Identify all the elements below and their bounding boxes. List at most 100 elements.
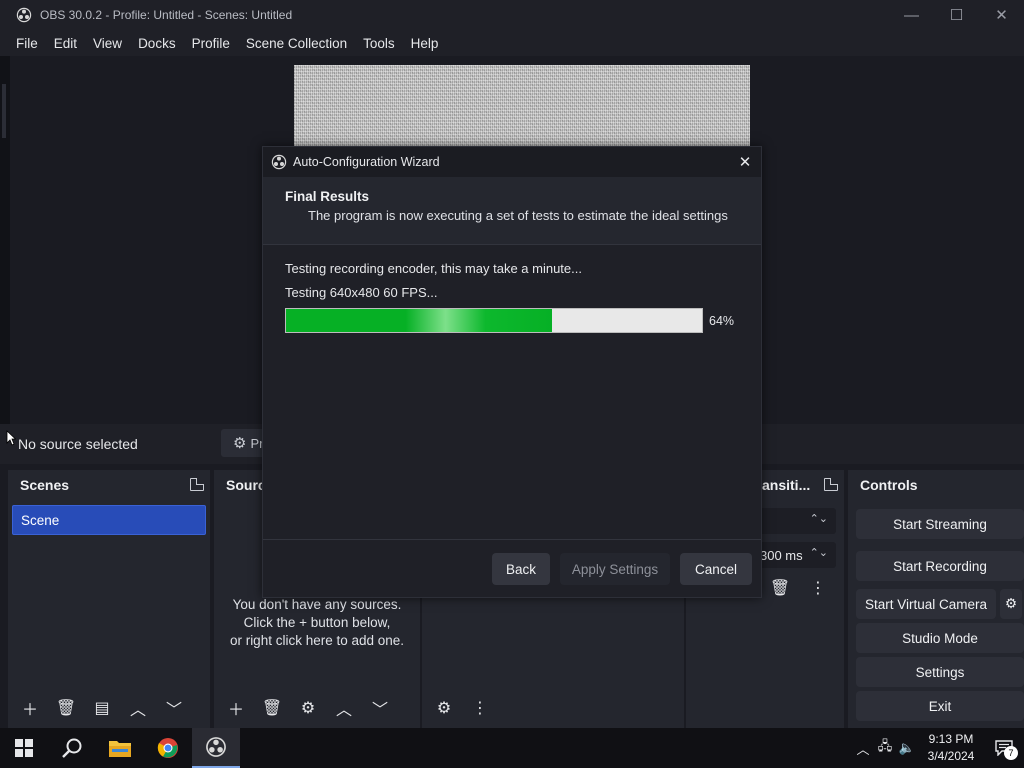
menu-edit[interactable]: Edit — [46, 36, 85, 51]
add-icon[interactable]: ＋ — [222, 694, 250, 722]
windows-taskbar: ︿ 🖧 🔈 9:13 PM 3/4/2024 7 — [0, 728, 1024, 768]
chevron-up-icon[interactable]: ︿ — [852, 728, 874, 768]
no-source-label: No source selected — [18, 436, 138, 452]
start-streaming-button[interactable]: Start Streaming — [856, 509, 1024, 539]
empty-line-1: You don't have any sources. — [232, 597, 402, 612]
exit-button[interactable]: Exit — [856, 691, 1024, 721]
window-controls: — ☐ ✕ — [889, 0, 1024, 30]
scenes-dock-header: Scenes — [8, 470, 210, 500]
scenes-dock-footer: ＋ 🗑 ▤ ︿ ﹀ — [8, 688, 210, 728]
float-dock-icon[interactable] — [824, 478, 838, 491]
apply-settings-button[interactable]: Apply Settings — [560, 553, 670, 585]
windows-logo-icon — [15, 739, 33, 757]
obs-logo-icon — [16, 7, 32, 23]
more-options-icon[interactable]: ⋮ — [466, 694, 494, 722]
notification-count-badge: 7 — [1004, 746, 1018, 760]
advanced-audio-gear-icon[interactable]: ⚙ — [430, 694, 458, 722]
move-down-icon[interactable]: ﹀ — [366, 694, 394, 722]
network-icon[interactable]: 🖧 — [874, 728, 896, 768]
dialog-separator — [263, 539, 761, 540]
studio-mode-button[interactable]: Studio Mode — [856, 623, 1024, 653]
final-results-heading: Final Results — [285, 189, 370, 204]
sources-dock-footer: ＋ 🗑 ⚙ ︿ ﹀ — [214, 688, 420, 728]
settings-button[interactable]: Settings — [856, 657, 1024, 687]
volume-muted-icon[interactable]: 🔈 — [896, 728, 918, 768]
clock-date: 3/4/2024 — [927, 749, 975, 763]
gear-icon[interactable]: ⚙ — [294, 694, 322, 722]
chrome-button[interactable] — [144, 728, 192, 768]
menu-scene-collection[interactable]: Scene Collection — [238, 36, 355, 51]
file-explorer-button[interactable] — [96, 728, 144, 768]
cancel-button[interactable]: Cancel — [680, 553, 752, 585]
close-icon[interactable]: ✕ — [735, 152, 755, 172]
back-button[interactable]: Back — [492, 553, 550, 585]
scene-list-item[interactable]: Scene — [12, 505, 206, 535]
spinner-arrows-icon: ⌃⌄ — [809, 513, 828, 525]
empty-line-3: or right click here to add one. — [229, 633, 405, 648]
minimize-button[interactable]: — — [889, 0, 934, 30]
test-progress-bar — [285, 308, 703, 333]
transition-duration-value: 300 ms — [760, 547, 803, 563]
controls-dock-header: Controls — [848, 470, 1024, 500]
trash-icon[interactable]: 🗑 — [258, 694, 286, 722]
menu-docks[interactable]: Docks — [130, 36, 184, 51]
controls-dock-title: Controls — [860, 477, 918, 493]
auto-config-wizard-dialog: Auto-Configuration Wizard ✕ Final Result… — [262, 146, 762, 598]
add-icon[interactable]: ＋ — [16, 694, 44, 722]
dialog-titlebar: Auto-Configuration Wizard — [263, 147, 761, 177]
final-results-subtitle: The program is now executing a set of te… — [308, 208, 728, 223]
obs-taskbar-button[interactable] — [192, 728, 240, 768]
start-virtual-camera-button[interactable]: Start Virtual Camera — [856, 589, 996, 619]
window-titlebar: OBS 30.0.2 - Profile: Untitled - Scenes:… — [0, 0, 1024, 30]
sources-empty-message[interactable]: You don't have any sources. Click the + … — [214, 596, 420, 650]
obs-logo-icon — [206, 737, 226, 757]
search-button[interactable] — [48, 728, 96, 768]
maximize-button[interactable]: ☐ — [934, 0, 979, 30]
progress-percent-label: 64% — [709, 314, 735, 328]
trash-icon[interactable]: 🗑 — [52, 694, 80, 722]
taskbar-clock[interactable]: 9:13 PM 3/4/2024 — [918, 731, 984, 765]
start-button[interactable] — [0, 728, 48, 768]
left-edge-panel — [0, 56, 10, 424]
stepper-arrows-icon[interactable]: ⌃⌄ — [810, 546, 828, 559]
trash-icon[interactable]: 🗑 — [766, 574, 794, 602]
window-title: OBS 30.0.2 - Profile: Untitled - Scenes:… — [40, 8, 293, 22]
preview-canvas[interactable] — [294, 65, 750, 147]
filters-icon[interactable]: ▤ — [88, 694, 116, 722]
system-tray: ︿ 🖧 🔈 9:13 PM 3/4/2024 7 — [852, 728, 1024, 768]
move-up-icon[interactable]: ︿ — [124, 694, 152, 722]
menu-tools[interactable]: Tools — [355, 36, 403, 51]
start-recording-button[interactable]: Start Recording — [856, 551, 1024, 581]
menu-profile[interactable]: Profile — [184, 36, 238, 51]
folder-icon — [109, 741, 131, 757]
dialog-title: Auto-Configuration Wizard — [293, 155, 440, 169]
more-options-icon[interactable]: ⋮ — [804, 574, 832, 602]
obs-logo-icon — [271, 154, 287, 170]
progress-fill — [286, 309, 553, 332]
scenes-dock: Scenes Scene ＋ 🗑 ▤ ︿ ﹀ — [8, 470, 210, 728]
notification-center-button[interactable]: 7 — [984, 728, 1024, 768]
empty-line-2: Click the + button below, — [243, 615, 391, 630]
menu-file[interactable]: File — [8, 36, 46, 51]
move-up-icon[interactable]: ︿ — [330, 694, 358, 722]
gear-icon: ⚙ — [233, 435, 247, 452]
controls-dock: Controls Start Streaming Start Recording… — [848, 470, 1024, 728]
close-window-button[interactable]: ✕ — [979, 0, 1024, 30]
audio-mixer-footer: ⚙ ⋮ — [422, 688, 684, 728]
sources-dock-title: Sourc — [226, 477, 266, 493]
edge-tick — [2, 84, 6, 138]
test-status-line-1: Testing recording encoder, this may take… — [285, 261, 582, 276]
dialog-header: Final Results The program is now executi… — [263, 177, 761, 245]
clock-time: 9:13 PM — [928, 732, 974, 746]
menu-view[interactable]: View — [85, 36, 130, 51]
transitions-dock-title: ansiti... — [762, 477, 811, 493]
float-dock-icon[interactable] — [190, 478, 204, 491]
chrome-icon — [157, 738, 178, 758]
transition-tools: 🗑 ⋮ — [766, 574, 832, 602]
move-down-icon[interactable]: ﹀ — [160, 694, 188, 722]
search-icon — [62, 738, 82, 758]
test-status-line-2: Testing 640x480 60 FPS... — [285, 285, 438, 300]
virtual-camera-settings-button[interactable]: ⚙ — [1000, 589, 1022, 619]
gear-icon: ⚙ — [1004, 596, 1018, 611]
menu-help[interactable]: Help — [403, 36, 447, 51]
